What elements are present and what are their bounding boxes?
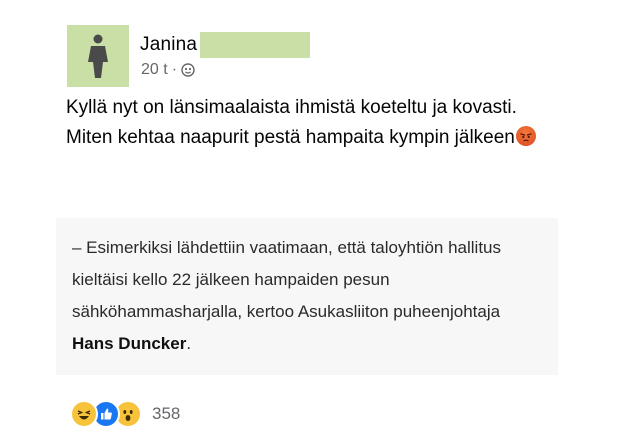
person-silhouette-icon (88, 34, 108, 78)
post-line-1: Kyllä nyt on länsimaalaista ihmistä koet… (66, 97, 517, 118)
post-line-2: Miten kehtaa naapurit pestä hampaita kym… (66, 123, 566, 153)
quote-name: Hans Duncker (72, 334, 187, 353)
reactions-bar[interactable]: 358 (70, 400, 180, 428)
quote-body: – Esimerkiksi lähdettiin vaatimaan, että… (72, 238, 501, 321)
post-line-2-text: Miten kehtaa naapurit pestä hampaita kym… (66, 127, 515, 148)
author-row: Janina (140, 32, 311, 58)
avatar[interactable] (67, 25, 129, 87)
globe-icon[interactable] (181, 63, 195, 77)
redacted-surname (200, 32, 311, 58)
quote-text: – Esimerkiksi lähdettiin vaatimaan, että… (72, 232, 542, 360)
post-time[interactable]: 20 t (141, 61, 168, 79)
haha-icon (70, 400, 98, 428)
author-name[interactable]: Janina (140, 34, 197, 56)
post-meta: 20 t · (141, 61, 195, 79)
angry-face-icon (515, 126, 536, 146)
quote-end: . (186, 334, 192, 353)
meta-separator: · (171, 61, 178, 78)
reaction-count[interactable]: 358 (152, 404, 180, 424)
post-body: Kyllä nyt on länsimaalaista ihmistä koet… (66, 93, 566, 153)
